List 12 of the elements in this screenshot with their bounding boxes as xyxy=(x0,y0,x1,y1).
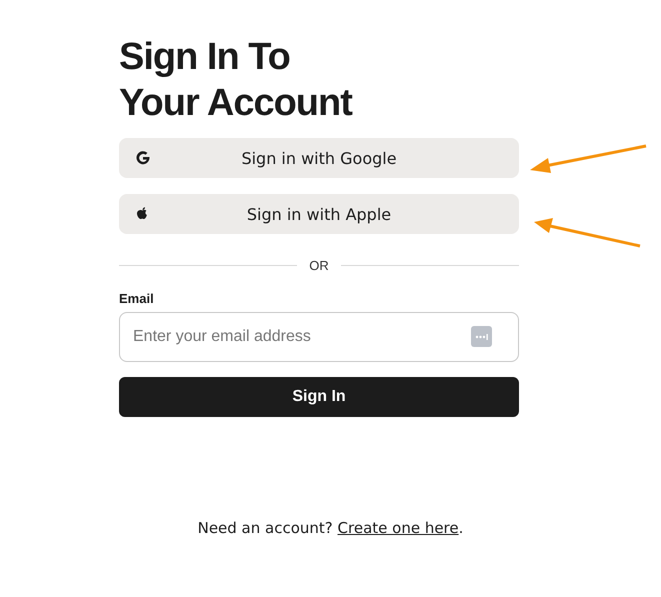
email-field[interactable]: Enter your email address xyxy=(119,312,519,362)
sign-in-button[interactable]: Sign in with Google xyxy=(119,138,519,178)
sign-up-prompt: Need an account? Create one here. xyxy=(196,519,464,537)
sign-in-button[interactable]: Sign in with Apple xyxy=(119,194,519,234)
google-icon xyxy=(135,150,151,166)
sign-in-button[interactable]: Sign In xyxy=(119,377,519,417)
sign-up-link[interactable]: Create one here xyxy=(338,519,459,537)
page-title: Your Account xyxy=(119,81,354,126)
password-manager-icon[interactable] xyxy=(471,326,492,347)
page-title: Sign In To xyxy=(119,35,291,80)
divider-label: OR xyxy=(309,258,329,273)
field-label: Email xyxy=(119,291,155,306)
